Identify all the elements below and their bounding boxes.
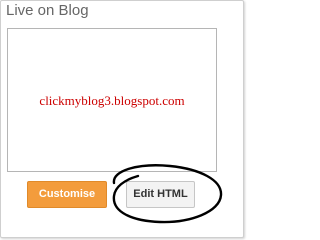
section-title: Live on Blog	[6, 2, 89, 19]
watermark-text: clickmyblog3.blogspot.com	[39, 93, 185, 108]
customise-button[interactable]: Customise	[27, 181, 107, 208]
edit-html-button[interactable]: Edit HTML	[126, 181, 195, 208]
blog-preview-box: clickmyblog3.blogspot.com	[7, 28, 217, 172]
live-on-blog-panel: Live on Blog clickmyblog3.blogspot.com C…	[0, 0, 244, 238]
